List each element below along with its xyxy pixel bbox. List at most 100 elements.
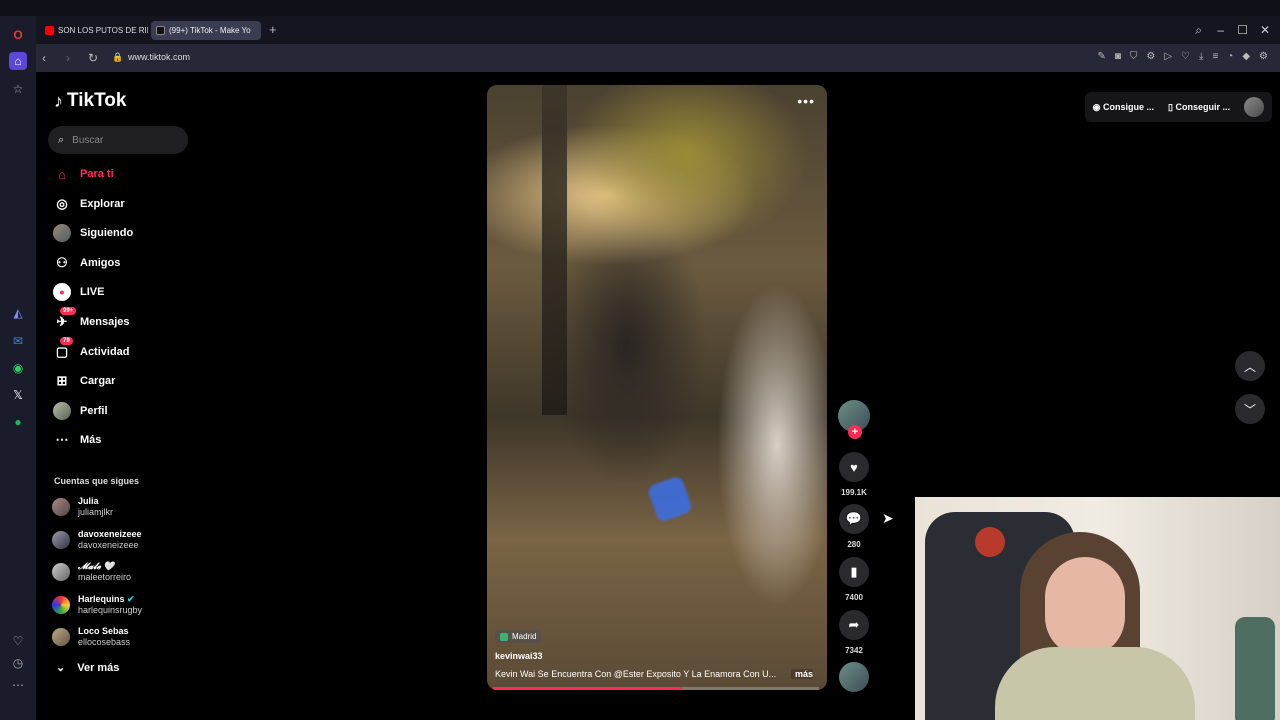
video-player[interactable]: ••• Madrid kevinwai33 Kevin Wai Se Encue… xyxy=(487,85,827,690)
aria-icon[interactable]: ◭ xyxy=(9,304,27,322)
following-account[interactable]: Julia juliamjlkr xyxy=(52,496,113,518)
nav-mensajes[interactable]: ✈ 99+ Mensajes xyxy=(52,307,130,332)
tab-youtube[interactable]: SON LOS PUTOS DE RIBE xyxy=(40,21,148,40)
shield-icon[interactable]: ⛉ xyxy=(1130,51,1138,62)
save-button[interactable]: ▮ 7400 xyxy=(836,557,872,602)
music-disc-icon xyxy=(839,662,869,692)
account-name: Loco Sebas xyxy=(78,626,129,636)
account-username: maleetorreiro xyxy=(78,572,132,582)
follow-plus-icon[interactable]: + xyxy=(848,425,862,439)
next-video-button[interactable]: ﹀ xyxy=(1235,394,1265,424)
nav-cargar[interactable]: ⊞ Cargar xyxy=(52,371,116,391)
tiktok-logo[interactable]: ♪ TikTok xyxy=(54,90,126,112)
like-button[interactable]: ♥ 199.1K xyxy=(836,452,872,497)
maximize-icon[interactable]: ☐ xyxy=(1237,23,1248,37)
creator-avatar[interactable]: + xyxy=(836,400,872,439)
chevron-down-icon: ﹀ xyxy=(1243,402,1256,417)
tab-bar: SON LOS PUTOS DE RIBE (99+) TikTok - Mak… xyxy=(36,16,1280,44)
comment-icon: 💬 xyxy=(839,504,869,534)
nav-label: Mensajes xyxy=(80,316,130,328)
webcam-person xyxy=(995,647,1195,720)
nav-label: Para ti xyxy=(80,168,114,180)
x-icon[interactable]: 𝕏 xyxy=(9,386,27,404)
bookmark-icon: ▮ xyxy=(839,557,869,587)
following-account[interactable]: Harlequins ✔ harlequinsrugby xyxy=(52,594,142,616)
download-icon[interactable]: ⤓ xyxy=(1199,51,1203,62)
following-account[interactable]: Loco Sebas ellocosebass xyxy=(52,626,130,648)
account-username: juliamjlkr xyxy=(78,507,114,517)
nav-live[interactable]: ● LIVE xyxy=(52,282,104,302)
edit-icon[interactable]: ✎ xyxy=(1097,51,1105,62)
home-icon[interactable]: ⌂ xyxy=(9,52,27,70)
messages-icon: ✈ 99+ xyxy=(52,307,77,332)
video-options-icon[interactable]: ••• xyxy=(797,93,815,109)
close-icon[interactable]: ✕ xyxy=(1260,23,1270,37)
extension-icon[interactable]: ⚙ xyxy=(1146,51,1155,62)
chevron-up-icon: ︿ xyxy=(1243,359,1256,374)
tab-tiktok[interactable]: (99+) TikTok - Make Yo xyxy=(151,21,261,40)
following-account[interactable]: 𝓜𝓪𝓵𝓮 🤍 maleetorreiro xyxy=(52,561,131,583)
youtube-icon xyxy=(45,26,54,35)
reload-icon[interactable]: ↻ xyxy=(88,51,98,65)
profile-avatar[interactable] xyxy=(1244,97,1264,117)
search-icon: ⌕ xyxy=(58,133,65,146)
nav-perfil[interactable]: Perfil xyxy=(52,401,108,421)
nav-label: Más xyxy=(80,434,102,446)
location-tag[interactable]: Madrid xyxy=(495,630,542,643)
account-username: harlequinsrugby xyxy=(78,605,143,615)
camera-icon[interactable]: ◙ xyxy=(1115,51,1121,62)
avatar xyxy=(52,628,70,646)
account-name: Julia xyxy=(78,496,99,506)
menu-icon[interactable]: ≡ xyxy=(1212,51,1218,62)
tab-label: SON LOS PUTOS DE RIBE xyxy=(58,26,148,35)
nav-explorar[interactable]: ◎ Explorar xyxy=(52,194,124,214)
play-icon[interactable]: ▷ xyxy=(1164,51,1172,62)
live-icon: ● xyxy=(52,282,72,302)
following-account[interactable]: davoxeneizeee davoxeneizeee xyxy=(52,529,142,551)
more-icon[interactable]: ⋯ xyxy=(9,676,27,694)
profile-icon[interactable]: ◔ xyxy=(1227,51,1233,62)
messenger-icon[interactable]: ✉ xyxy=(9,332,27,350)
whatsapp-icon[interactable]: ◉ xyxy=(9,359,27,377)
url-field[interactable]: www.tiktok.com xyxy=(128,52,190,62)
minimize-icon[interactable]: – xyxy=(1217,23,1224,37)
video-author[interactable]: kevinwai33 xyxy=(495,651,543,661)
forward-icon[interactable]: › xyxy=(66,51,70,65)
nav-label: Siguiendo xyxy=(80,227,134,239)
video-progress-bar[interactable] xyxy=(493,687,819,690)
history-icon[interactable]: ◷ xyxy=(9,654,27,672)
share-button[interactable]: ➦ 7342 xyxy=(836,610,872,655)
webcam-person xyxy=(1045,557,1125,657)
nav-para-ti[interactable]: ⌂ Para ti xyxy=(52,164,114,184)
music-disc[interactable] xyxy=(836,662,872,692)
webcam-bottle xyxy=(1235,617,1275,720)
wallet-icon[interactable]: ◆ xyxy=(1242,51,1250,62)
avatar xyxy=(52,401,72,421)
heart-icon: ♥ xyxy=(839,452,869,482)
nav-amigos[interactable]: ⚇ Amigos xyxy=(52,253,120,273)
os-top-strip xyxy=(0,0,1280,16)
star-icon[interactable]: ☆ xyxy=(9,80,27,98)
previous-video-button[interactable]: ︿ xyxy=(1235,351,1265,381)
browser-sidebar: O ⌂ ☆ ◭ ✉ ◉ 𝕏 ● ♡ ◷ ⋯ xyxy=(0,16,36,720)
address-bar: ‹ › ↻ 🔒 www.tiktok.com ✎ ◙ ⛉ ⚙ ▷ ♡ ⤓ ≡ ◔… xyxy=(36,44,1280,72)
see-more-button[interactable]: ⌄ Ver más xyxy=(56,661,119,675)
comment-button[interactable]: 💬 280 xyxy=(836,504,872,549)
spotify-icon[interactable]: ● xyxy=(9,413,27,431)
search-tabs-icon[interactable]: ⌕ xyxy=(1195,23,1202,38)
nav-siguiendo[interactable]: Siguiendo xyxy=(52,223,133,243)
heart-icon[interactable]: ♡ xyxy=(1181,51,1190,62)
get-coins-button[interactable]: ◉ Consigue ... xyxy=(1093,102,1154,113)
location-label: Madrid xyxy=(512,632,537,641)
opera-logo-icon[interactable]: O xyxy=(9,26,27,44)
get-app-button[interactable]: ▯ Conseguir ... xyxy=(1168,102,1230,113)
more-link[interactable]: más xyxy=(790,669,813,679)
save-count: 7400 xyxy=(845,593,863,602)
nav-actividad[interactable]: ▢ 79 Actividad xyxy=(52,337,130,362)
new-tab-icon[interactable]: + xyxy=(269,22,277,37)
back-icon[interactable]: ‹ xyxy=(42,51,46,65)
search-input[interactable]: ⌕ Buscar xyxy=(48,126,188,154)
settings-icon[interactable]: ⚙ xyxy=(1259,51,1268,62)
nav-mas[interactable]: ⋯ Más xyxy=(52,430,102,450)
heart-icon[interactable]: ♡ xyxy=(9,632,27,650)
